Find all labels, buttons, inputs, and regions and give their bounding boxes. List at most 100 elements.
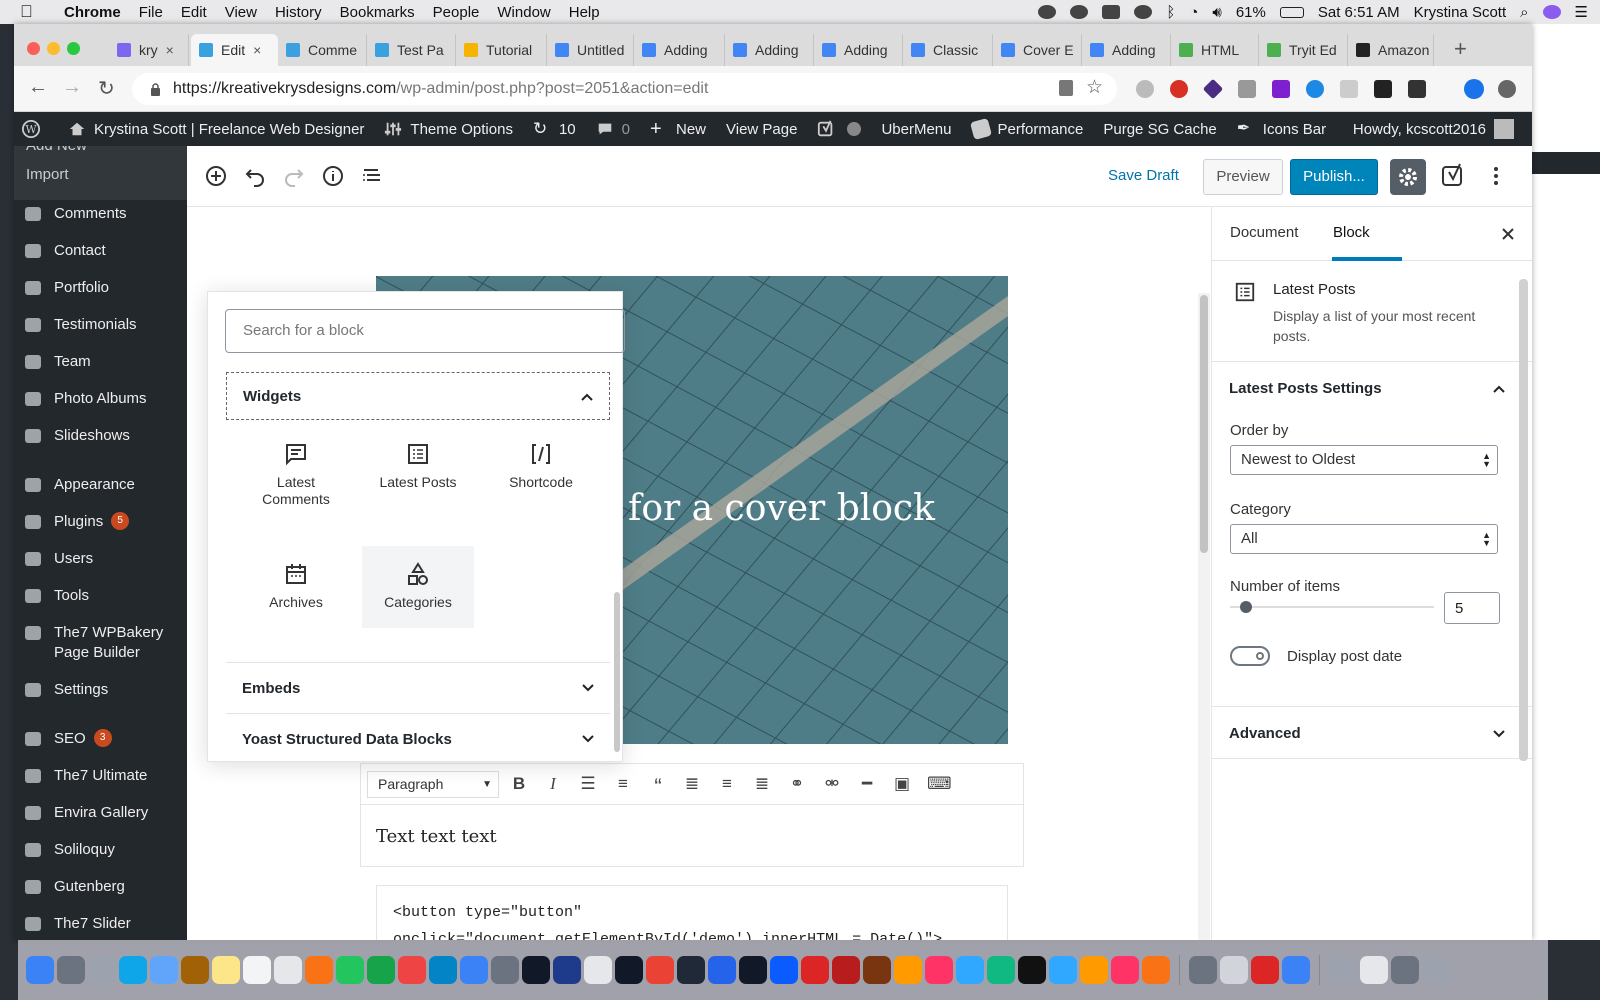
sidebar-item-users[interactable]: Users <box>14 549 187 569</box>
dock-app-icon[interactable] <box>181 956 209 984</box>
settings-panel-title[interactable]: Latest Posts Settings <box>1229 380 1382 397</box>
theme-options-link[interactable]: Theme Options <box>384 120 513 138</box>
dock-app-icon[interactable] <box>1018 956 1046 984</box>
display-date-toggle[interactable] <box>1230 646 1270 666</box>
settings-toggle-button[interactable] <box>1390 159 1426 195</box>
sidebar-item-the7-wpbakery-page-builder[interactable]: The7 WPBakery Page Builder <box>14 623 187 663</box>
sidebar-item-settings[interactable]: Settings <box>14 680 187 700</box>
menu-view[interactable]: View <box>225 4 257 21</box>
menu-app-name[interactable]: Chrome <box>64 4 121 21</box>
browser-tab[interactable]: HTML <box>1171 34 1259 66</box>
sidebar-item-testimonials[interactable]: Testimonials <box>14 315 187 335</box>
menu-file[interactable]: File <box>139 4 163 21</box>
sidebar-item-gutenberg[interactable]: Gutenberg <box>14 877 187 897</box>
sidebar-item-the7-slider[interactable]: The7 Slider <box>14 914 187 934</box>
sidebar-item-portfolio[interactable]: Portfolio <box>14 278 187 298</box>
cloud-icon[interactable] <box>1038 5 1057 19</box>
dock-app-icon[interactable] <box>1360 956 1388 984</box>
dock-app-icon[interactable] <box>398 956 426 984</box>
dock-app-icon[interactable] <box>987 956 1015 984</box>
browser-tab[interactable]: Tutorial <box>456 34 547 66</box>
apple-icon[interactable]:  <box>20 2 44 22</box>
lastpass-extension-icon[interactable] <box>1170 80 1188 98</box>
browser-tab[interactable]: Untitled <box>547 34 634 66</box>
browser-tab[interactable]: Adding <box>725 34 814 66</box>
terminal-extension-icon[interactable] <box>1374 80 1392 98</box>
chevron-up-icon[interactable] <box>1491 381 1507 397</box>
sync-status-icon[interactable] <box>1070 5 1089 19</box>
undo-icon[interactable] <box>243 164 267 188</box>
sidebar-item-plugins[interactable]: Plugins 5 <box>14 512 187 532</box>
sidebar-item-appearance[interactable]: Appearance <box>14 475 187 495</box>
browser-tab[interactable]: Comme <box>278 34 367 66</box>
dock-app-icon[interactable] <box>1142 956 1170 984</box>
add-block-icon[interactable] <box>204 164 228 188</box>
advanced-panel-toggle[interactable]: Advanced <box>1212 707 1532 759</box>
classic-text-block[interactable]: Text text text <box>360 805 1024 867</box>
dock-app-icon[interactable] <box>367 956 395 984</box>
bullet-list-icon[interactable]: ☰ <box>578 774 598 794</box>
publish-button[interactable]: Publish... <box>1290 159 1378 195</box>
browser-tab[interactable]: kry × <box>109 34 189 66</box>
dock-app-icon[interactable] <box>1391 956 1419 984</box>
check-extension-icon[interactable] <box>1306 80 1324 98</box>
drive-status-icon[interactable] <box>1102 5 1121 19</box>
dock-app-icon[interactable] <box>708 956 736 984</box>
sidebar-item-slideshows[interactable]: Slideshows <box>14 426 187 446</box>
yoast-blocks-panel-toggle[interactable]: Yoast Structured Data Blocks <box>226 715 610 763</box>
sidebar-item-the7-ultimate[interactable]: The7 Ultimate <box>14 766 187 786</box>
dock-app-icon[interactable] <box>212 956 240 984</box>
profile-avatar[interactable] <box>1464 79 1484 99</box>
tab-block[interactable]: Block <box>1333 224 1370 241</box>
menu-bookmarks[interactable]: Bookmarks <box>340 4 415 21</box>
h-extension-icon[interactable] <box>1238 80 1256 98</box>
dock-app-icon[interactable] <box>1220 956 1248 984</box>
block-search-input[interactable]: Search for a block <box>225 309 625 353</box>
block-latest-posts[interactable]: Latest Posts <box>362 426 474 508</box>
browser-tab[interactable]: Test Pa <box>367 34 456 66</box>
link-icon[interactable]: ⚭ <box>787 774 807 794</box>
update-chrome-icon[interactable] <box>1498 80 1516 98</box>
dock-app-icon[interactable] <box>584 956 612 984</box>
block-archives[interactable]: Archives <box>240 546 352 628</box>
block-latest-comments[interactable]: Latest Comments <box>240 426 352 508</box>
page-extension-icon[interactable] <box>1340 80 1358 98</box>
dock-app-icon[interactable] <box>429 956 457 984</box>
comments-link[interactable]: 0 <box>596 120 630 138</box>
dock-app-icon[interactable] <box>863 956 891 984</box>
tab-close-icon[interactable]: × <box>166 42 174 58</box>
dock-app-icon[interactable] <box>739 956 767 984</box>
number-slider-track[interactable] <box>1230 606 1434 608</box>
performance-link[interactable]: Performance <box>969 117 1083 141</box>
reload-icon[interactable]: ↻ <box>98 76 115 101</box>
dock-app-icon[interactable] <box>1189 956 1217 984</box>
dock-app-icon[interactable] <box>491 956 519 984</box>
yoast-icon[interactable] <box>1441 163 1467 189</box>
browser-tab[interactable]: Cover E <box>993 34 1082 66</box>
dock-app-icon[interactable] <box>119 956 147 984</box>
icons-bar-link[interactable]: ✒ Icons Bar <box>1237 120 1326 138</box>
submenu-import[interactable]: Import <box>14 166 69 183</box>
text-block-content[interactable]: Text text text <box>376 826 497 847</box>
dock-app-icon[interactable] <box>1251 956 1279 984</box>
forward-icon[interactable]: → <box>62 76 82 99</box>
volume-icon[interactable]: 🔊︎ <box>1212 4 1221 21</box>
view-page-link[interactable]: View Page <box>726 121 797 138</box>
submenu-add-new[interactable]: Add New <box>14 146 87 154</box>
tab-document[interactable]: Document <box>1230 224 1298 241</box>
seo-status-dot[interactable] <box>847 122 862 136</box>
align-right-icon[interactable]: ≣ <box>752 774 772 794</box>
back-icon[interactable]: ← <box>28 76 48 99</box>
page-security-icon[interactable] <box>1059 80 1073 96</box>
dock-app-icon[interactable] <box>832 956 860 984</box>
yoast-seo-icon[interactable] <box>817 120 843 138</box>
dock-app-icon[interactable] <box>88 956 116 984</box>
dock-app-icon[interactable] <box>553 956 581 984</box>
dock-app-icon[interactable] <box>243 956 271 984</box>
read-more-icon[interactable]: ━ <box>857 774 877 794</box>
cover-text[interactable]: for a cover block <box>628 488 935 529</box>
widgets-panel-toggle[interactable]: Widgets <box>226 372 610 420</box>
drive-extension-icon[interactable] <box>1136 80 1154 98</box>
dock-app-icon[interactable] <box>1049 956 1077 984</box>
menu-window[interactable]: Window <box>497 4 550 21</box>
